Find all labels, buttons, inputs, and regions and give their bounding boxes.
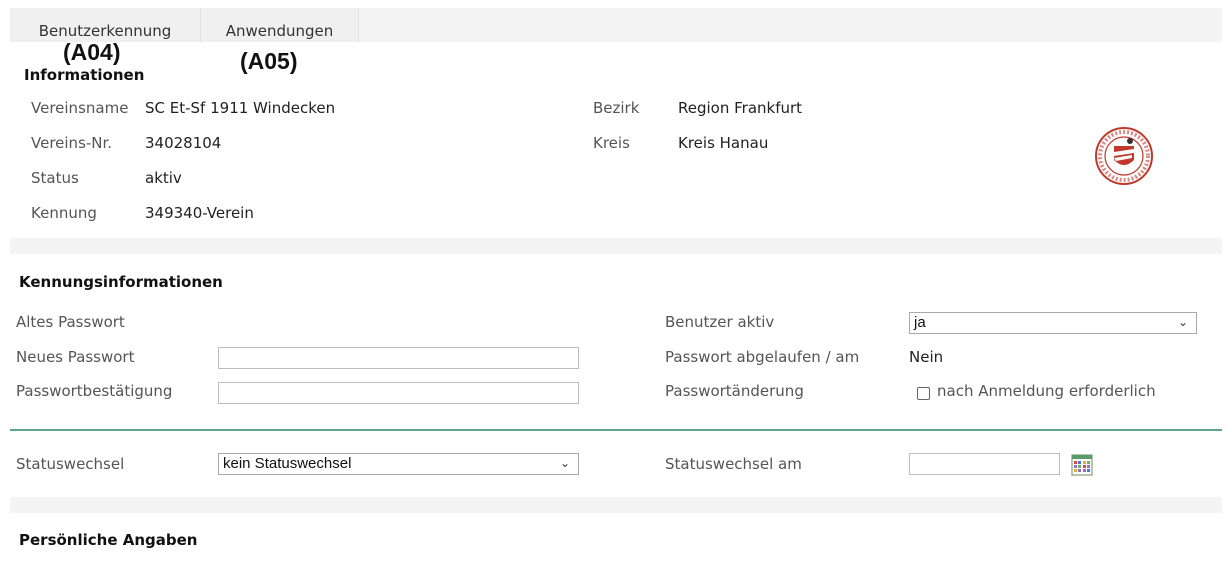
kreis-value: Kreis Hanau — [678, 134, 769, 152]
kreis-label: Kreis — [593, 134, 630, 152]
tab-anwendungen[interactable]: Anwendungen — [201, 8, 359, 42]
passwortaenderung-label: Passwortänderung — [665, 382, 804, 400]
section-divider — [10, 429, 1222, 431]
kennung-value: 349340-Verein — [145, 204, 254, 222]
section-heading-persoenliche-angaben: Persönliche Angaben — [19, 531, 198, 549]
benutzer-aktiv-label: Benutzer aktiv — [665, 313, 775, 331]
statuswechsel-select[interactable]: kein Statuswechsel ⌄ — [218, 453, 579, 475]
section-heading-kennungsinformationen: Kennungsinformationen — [19, 273, 223, 291]
vereinsnr-label: Vereins-Nr. — [31, 134, 113, 152]
passwortbestaetigung-label: Passwortbestätigung — [16, 382, 173, 400]
passwortbestaetigung-input[interactable] — [218, 382, 579, 404]
passwort-abgelaufen-label: Passwort abgelaufen / am — [665, 348, 860, 366]
tab-anwendungen-label: Anwendungen — [225, 22, 334, 40]
kennung-label: Kennung — [31, 204, 97, 222]
chevron-down-icon: ⌄ — [559, 456, 570, 470]
chevron-down-icon: ⌄ — [1177, 315, 1188, 329]
passwortaenderung-checkbox-label[interactable]: nach Anmeldung erforderlich — [937, 382, 1156, 400]
section-heading-informationen: Informationen — [24, 66, 145, 84]
benutzer-aktiv-selected: ja — [914, 314, 926, 331]
statuswechsel-selected: kein Statuswechsel — [223, 455, 352, 472]
passwortaenderung-checkbox[interactable] — [917, 387, 930, 400]
bezirk-label: Bezirk — [593, 99, 640, 117]
tab-benutzerkennung[interactable]: Benutzerkennung — [10, 8, 201, 42]
tab-annotation-a05: (A05) — [240, 48, 298, 74]
status-value: aktiv — [145, 169, 182, 187]
neues-passwort-label: Neues Passwort — [16, 348, 135, 366]
statuswechsel-am-label: Statuswechsel am — [665, 455, 802, 473]
passwort-abgelaufen-value: Nein — [909, 348, 944, 366]
statuswechsel-am-input[interactable] — [909, 453, 1060, 475]
vereinsname-label: Vereinsname — [31, 99, 129, 117]
vereinsname-value: SC Et-Sf 1911 Windecken — [145, 99, 336, 117]
section-separator-band — [10, 238, 1222, 254]
vereinsnr-value: 34028104 — [145, 134, 222, 152]
bezirk-value: Region Frankfurt — [678, 99, 803, 117]
tab-annotation-a04: (A04) — [63, 39, 121, 65]
calendar-icon[interactable] — [1071, 454, 1093, 476]
section-separator-band — [10, 497, 1222, 513]
altes-passwort-label: Altes Passwort — [16, 313, 125, 331]
neues-passwort-input[interactable] — [218, 347, 579, 369]
status-label: Status — [31, 169, 79, 187]
club-crest-icon — [1094, 126, 1154, 186]
benutzer-aktiv-select[interactable]: ja ⌄ — [909, 312, 1197, 334]
statuswechsel-label: Statuswechsel — [16, 455, 125, 473]
